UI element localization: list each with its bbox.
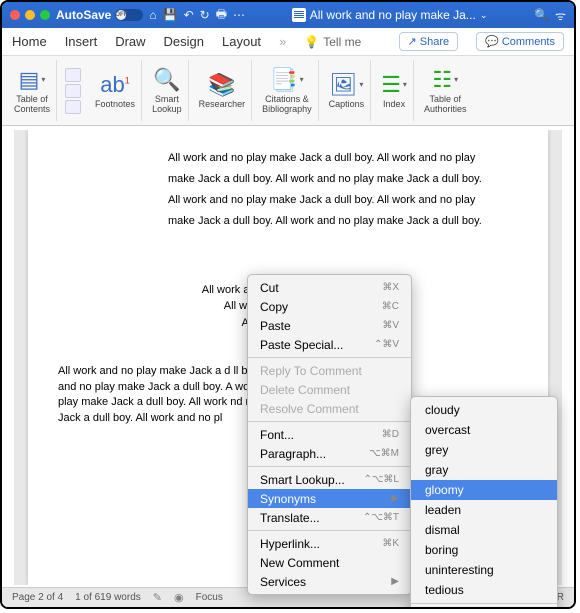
close-window-icon[interactable] — [10, 10, 20, 20]
undo-icon[interactable]: ↶ — [184, 8, 194, 22]
menu-resolve-comment: Resolve Comment — [248, 399, 411, 418]
ribbon-tabs: Home Insert Draw Design Layout » 💡Tell m… — [2, 28, 574, 56]
share-quick-icon[interactable]: ᯤ — [555, 7, 566, 24]
focus-label[interactable]: Focus — [196, 592, 223, 603]
menu-services[interactable]: Services▶ — [248, 572, 411, 591]
researcher-icon: 📚 — [208, 72, 235, 98]
menu-translate[interactable]: Translate...⌃⌥⌘T — [248, 508, 411, 527]
menu-cut[interactable]: Cut⌘X — [248, 278, 411, 297]
tab-layout[interactable]: Layout — [222, 34, 261, 49]
titlebar: AutoSave OFF ⌂ 💾 ↶ ↻ 🖶 ⋯ All work and no… — [2, 2, 574, 28]
caption-icon: 🖼 — [329, 72, 357, 98]
menu-paste[interactable]: Paste⌘V — [248, 316, 411, 335]
index-icon: ☰ — [381, 72, 401, 98]
autosave-toggle[interactable]: AutoSave OFF — [56, 8, 143, 22]
tab-design[interactable]: Design — [164, 34, 204, 49]
maximize-window-icon[interactable] — [40, 10, 50, 20]
chevron-down-icon[interactable]: ⌄ — [480, 10, 488, 21]
tab-home[interactable]: Home — [12, 34, 47, 49]
toc-icon: ▤ — [19, 67, 40, 93]
menu-paste-special[interactable]: Paste Special...⌃⌘V — [248, 335, 411, 354]
citations-button[interactable]: 📑▾ Citations & Bibliography — [256, 60, 319, 121]
toc-options[interactable] — [61, 60, 85, 121]
menu-font[interactable]: Font...⌘D — [248, 425, 411, 444]
synonym-option[interactable]: tedious — [411, 580, 557, 600]
document-title: All work and no play make Ja... ⌄ — [251, 8, 528, 22]
authorities-button[interactable]: ☷▾ Table of Authorities — [418, 60, 473, 121]
submenu-arrow-icon: ▶ — [391, 576, 399, 587]
index-button[interactable]: ☰▾ Index — [375, 60, 414, 121]
context-menu: Cut⌘X Copy⌘C Paste⌘V Paste Special...⌃⌘V… — [247, 274, 412, 595]
body-text[interactable]: make Jack a dull boy. All work and no pl… — [168, 169, 518, 190]
synonym-option[interactable]: uninteresting — [411, 560, 557, 580]
page-indicator[interactable]: Page 2 of 4 — [12, 592, 63, 603]
submenu-arrow-icon: ▶ — [391, 493, 399, 504]
synonym-option[interactable]: gray — [411, 460, 557, 480]
synonym-option[interactable]: dismal — [411, 520, 557, 540]
redo-icon[interactable]: ↻ — [200, 8, 210, 22]
menu-delete-comment: Delete Comment — [248, 380, 411, 399]
synonym-option[interactable]: leaden — [411, 500, 557, 520]
focus-icon[interactable]: ◉ — [174, 591, 184, 604]
synonym-option[interactable]: cloudy — [411, 400, 557, 420]
synonym-option[interactable]: boring — [411, 540, 557, 560]
share-icon: ↗ — [408, 35, 417, 48]
ribbon: ▤▾ Table of Contents ab1 Footnotes 🔍 Sma… — [2, 56, 574, 126]
toggle-icon[interactable]: OFF — [115, 9, 143, 21]
more-tabs-icon[interactable]: » — [279, 34, 286, 49]
body-text[interactable]: All work and no play make Jack a dull bo… — [168, 148, 518, 169]
smart-lookup-button[interactable]: 🔍 Smart Lookup — [146, 60, 189, 121]
menu-synonyms[interactable]: Synonyms▶ — [248, 489, 411, 508]
tell-me-search[interactable]: 💡Tell me — [304, 35, 361, 49]
synonym-option[interactable]: overcast — [411, 420, 557, 440]
menu-smart-lookup[interactable]: Smart Lookup...⌃⌥⌘L — [248, 470, 411, 489]
captions-button[interactable]: 🖼▾ Captions — [323, 60, 372, 121]
synonym-option[interactable]: grey — [411, 440, 557, 460]
footnote-icon: ab1 — [100, 72, 130, 98]
authorities-icon: ☷ — [432, 67, 452, 93]
smart-lookup-icon: 🔍 — [153, 67, 180, 93]
print-icon[interactable]: 🖶 — [216, 5, 227, 26]
spellcheck-icon[interactable]: ✎ — [153, 591, 162, 604]
tab-insert[interactable]: Insert — [65, 34, 98, 49]
body-text[interactable]: make Jack a dull boy. All work and no pl… — [168, 211, 518, 232]
word-count[interactable]: 1 of 619 words — [75, 592, 141, 603]
more-icon[interactable]: ⋯ — [233, 8, 245, 22]
document-icon — [292, 8, 306, 22]
comment-icon: 💬 — [485, 35, 499, 48]
comments-button[interactable]: 💬Comments — [476, 32, 564, 51]
researcher-button[interactable]: 📚 Researcher — [193, 60, 253, 121]
menu-reply-comment: Reply To Comment — [248, 361, 411, 380]
body-text[interactable]: All work and no play make Jack a dull bo… — [168, 190, 518, 211]
synonyms-submenu: cloudy overcast grey gray gloomy leaden … — [410, 396, 558, 609]
tab-draw[interactable]: Draw — [115, 34, 145, 49]
menu-new-comment[interactable]: New Comment — [248, 553, 411, 572]
window-controls — [10, 10, 50, 20]
document-title-text: All work and no play make Ja... — [310, 8, 476, 22]
autosave-label: AutoSave — [56, 8, 111, 22]
minimize-window-icon[interactable] — [25, 10, 35, 20]
menu-copy[interactable]: Copy⌘C — [248, 297, 411, 316]
toc-button[interactable]: ▤▾ Table of Contents — [8, 60, 57, 121]
bulb-icon: 💡 — [304, 35, 319, 49]
synonym-option-selected[interactable]: gloomy — [411, 480, 557, 500]
home-icon[interactable]: ⌂ — [149, 8, 156, 22]
save-icon[interactable]: 💾 — [163, 8, 178, 22]
search-icon[interactable]: 🔍 — [534, 8, 549, 22]
thesaurus-option[interactable]: Thesaurus... — [411, 607, 557, 609]
citation-icon: 📑 — [270, 67, 297, 93]
footnotes-button[interactable]: ab1 Footnotes — [89, 60, 142, 121]
share-button[interactable]: ↗Share — [399, 32, 459, 51]
menu-paragraph[interactable]: Paragraph...⌥⌘M — [248, 444, 411, 463]
menu-hyperlink[interactable]: Hyperlink...⌘K — [248, 534, 411, 553]
